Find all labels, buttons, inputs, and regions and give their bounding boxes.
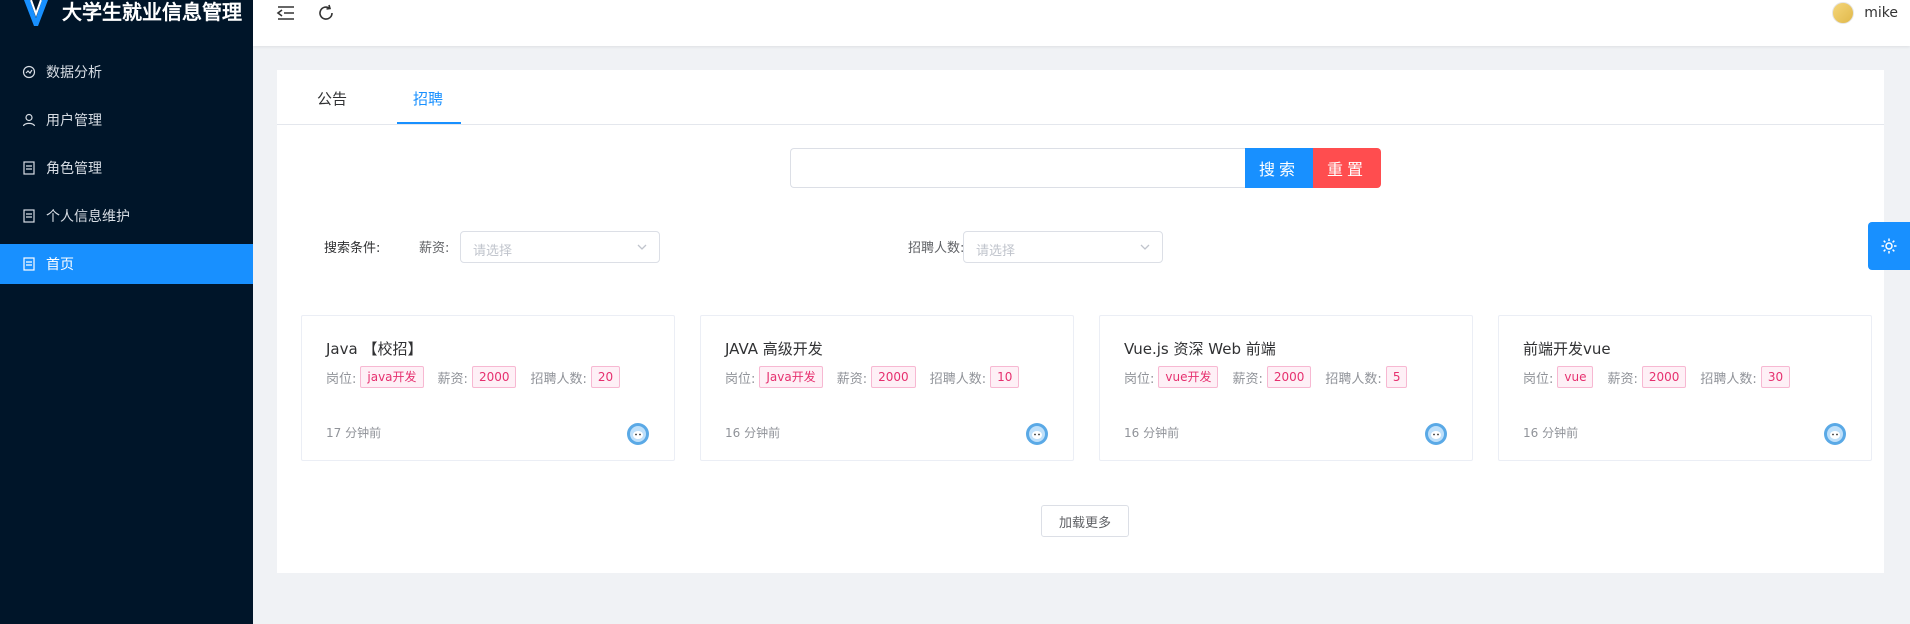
app-title: 大学生就业信息管理 [62,0,242,24]
user-menu[interactable]: mike [1832,2,1898,24]
count-label: 招聘人数: [530,371,587,387]
posted-time: 16 分钟前 [1124,426,1180,440]
tab-announcement[interactable]: 公告 [317,88,347,109]
salary-select[interactable]: 请选择 [460,231,660,263]
collapse-menu-icon[interactable] [275,2,297,24]
tab-recruitment[interactable]: 招聘 [413,88,443,109]
count-tag: 30 [1760,366,1791,388]
salary-label: 薪资: [836,371,868,387]
count-label: 招聘人数: [1325,371,1382,387]
salary-tag: 2000 [871,366,916,388]
salary-select-placeholder: 请选择 [473,244,513,259]
document-icon [22,209,36,223]
active-tab-indicator [397,122,461,124]
job-title[interactable]: Java 【校招】 [326,338,422,359]
job-meta: 岗位: vue开发 薪资: 2000 招聘人数: 5 [1124,366,1421,388]
sidebar-item-users[interactable]: 用户管理 [0,100,253,140]
load-more-button[interactable]: 加载更多 [1041,505,1129,537]
sidebar: 大学生就业信息管理 数据分析 用户管理 角色管理 个人信息维护 首页 [0,0,253,624]
document-icon [22,161,36,175]
position-tag: java开发 [360,366,424,388]
salary-tag: 2000 [471,366,517,388]
top-header: mike [253,0,1910,46]
count-tag: 10 [990,366,1020,388]
user-icon [22,113,36,127]
logo-icon [24,0,48,26]
posted-time: 16 分钟前 [725,426,781,440]
posted-time: 17 分钟前 [326,426,382,440]
salary-label: 薪资: [1607,371,1638,387]
reset-button[interactable]: 重置 [1313,148,1381,188]
sidebar-item-analytics[interactable]: 数据分析 [0,52,253,92]
main-panel: 公告 招聘 搜索 重置 搜索条件: 薪资: 请选择 招聘人数: 请选择 Java… [277,70,1884,573]
sidebar-item-label: 首页 [46,257,74,273]
job-card[interactable]: Vue.js 资深 Web 前端 岗位: vue开发 薪资: 2000 招聘人数: 5… [1099,315,1473,461]
position-tag: vue [1557,366,1594,388]
count-label: 招聘人数: [929,371,987,387]
company-avatar-icon [627,423,649,445]
avatar[interactable] [1832,2,1855,24]
analytics-icon [22,65,36,79]
username[interactable]: mike [1864,5,1898,21]
position-tag: Java开发 [759,366,823,388]
refresh-icon[interactable] [315,2,337,24]
salary-tag: 2000 [1641,366,1687,388]
search-bar: 搜索 重置 [790,148,1381,188]
company-avatar-icon [1425,423,1447,445]
position-label: 岗位: [326,371,357,387]
job-meta: 岗位: java开发 薪资: 2000 招聘人数: 20 [326,366,634,388]
sidebar-item-label: 角色管理 [46,161,102,177]
salary-label: 薪资: [1232,371,1263,387]
job-title[interactable]: Vue.js 资深 Web 前端 [1124,338,1276,359]
job-title[interactable]: 前端开发vue [1523,338,1611,359]
chevron-down-icon [637,244,647,250]
gear-icon [1881,238,1897,254]
salary-filter-label: 薪资: [419,241,450,256]
job-card[interactable]: 前端开发vue 岗位: vue 薪资: 2000 招聘人数: 30 16 分钟前 [1498,315,1872,461]
brand: 大学生就业信息管理 [0,0,253,34]
search-input[interactable] [790,148,1245,188]
salary-label: 薪资: [437,371,468,387]
sidebar-item-label: 用户管理 [46,113,102,129]
search-button[interactable]: 搜索 [1245,148,1313,188]
count-select[interactable]: 请选择 [963,231,1163,263]
settings-button[interactable] [1868,222,1910,270]
sidebar-item-home[interactable]: 首页 [0,244,253,284]
filter-title: 搜索条件: [324,241,381,256]
chevron-down-icon [1140,244,1150,250]
posted-time: 16 分钟前 [1523,426,1579,440]
sidebar-item-profile[interactable]: 个人信息维护 [0,196,253,236]
job-meta: 岗位: vue 薪资: 2000 招聘人数: 30 [1523,366,1804,388]
position-label: 岗位: [1523,371,1554,387]
job-card[interactable]: JAVA 高级开发 岗位: Java开发 薪资: 2000 招聘人数: 10 16 分… [700,315,1074,461]
job-card-list: Java 【校招】 岗位: java开发 薪资: 2000 招聘人数: 20 17 分… [301,315,1872,461]
count-label: 招聘人数: [1700,371,1757,387]
filter-row: 搜索条件: 薪资: 请选择 招聘人数: 请选择 [324,231,1724,263]
sidebar-item-label: 数据分析 [46,65,102,81]
sidebar-item-roles[interactable]: 角色管理 [0,148,253,188]
company-avatar-icon [1026,423,1048,445]
count-select-placeholder: 请选择 [976,244,1016,259]
count-tag: 20 [590,366,621,388]
job-card[interactable]: Java 【校招】 岗位: java开发 薪资: 2000 招聘人数: 20 17 分… [301,315,675,461]
job-title[interactable]: JAVA 高级开发 [725,338,823,359]
count-filter-label: 招聘人数: [908,241,965,256]
position-label: 岗位: [725,371,756,387]
sidebar-item-label: 个人信息维护 [46,209,130,225]
position-label: 岗位: [1124,371,1155,387]
sidebar-menu: 数据分析 用户管理 角色管理 个人信息维护 首页 [0,52,253,284]
company-avatar-icon [1824,423,1846,445]
count-tag: 5 [1385,366,1408,388]
document-icon [22,257,36,271]
position-tag: vue开发 [1158,366,1219,388]
tab-bar: 公告 招聘 [277,70,1884,125]
job-meta: 岗位: Java开发 薪资: 2000 招聘人数: 10 [725,366,1033,388]
salary-tag: 2000 [1266,366,1312,388]
